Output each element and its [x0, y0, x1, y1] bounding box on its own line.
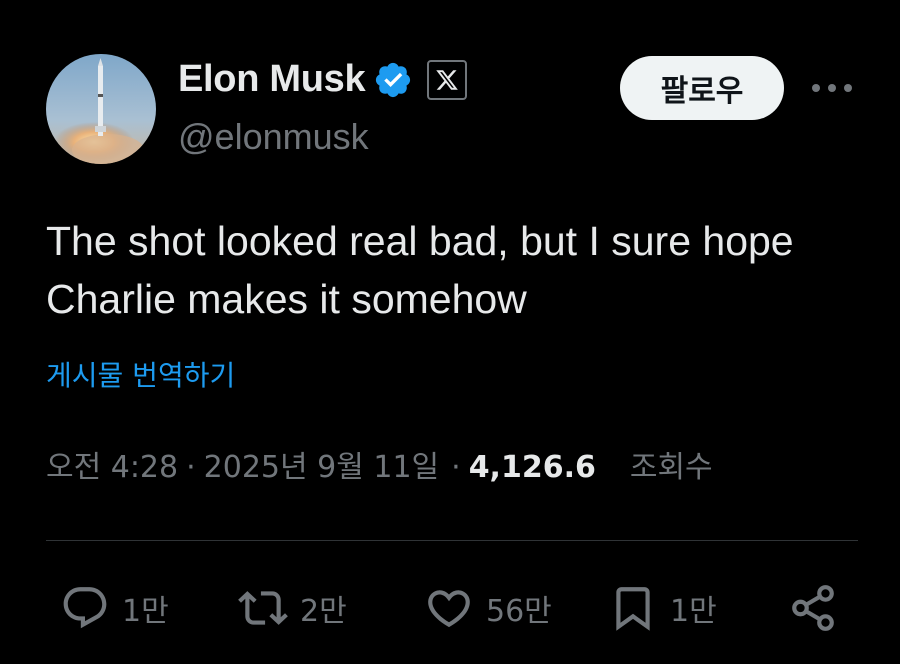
heart-icon	[428, 590, 470, 628]
follow-button[interactable]: 팔로우	[620, 56, 784, 120]
repost-count: 2만	[300, 594, 347, 629]
bookmark-button[interactable]: 1만	[608, 580, 717, 636]
x-logo-icon[interactable]	[427, 59, 468, 100]
like-count: 56만	[486, 594, 552, 629]
bookmark-icon	[616, 587, 650, 631]
like-button[interactable]: 56만	[424, 580, 552, 636]
meta-separator: ·	[451, 450, 461, 485]
reply-icon	[63, 587, 107, 629]
views-label: 조회수	[629, 450, 713, 485]
repost-icon	[238, 591, 288, 625]
reply-count: 1만	[122, 594, 169, 629]
meta-separator: ·	[186, 450, 196, 485]
reply-button[interactable]: 1만	[60, 580, 169, 636]
verified-badge-icon[interactable]	[373, 60, 413, 100]
tweet-text: The shot looked real bad, but I sure hop…	[46, 218, 794, 322]
repost-button[interactable]: 2만	[238, 580, 347, 636]
translate-post-link[interactable]: 게시물 번역하기	[46, 354, 235, 394]
share-button[interactable]	[788, 580, 838, 636]
more-horizontal-icon[interactable]	[808, 72, 856, 104]
tweet-meta: 오전 4:28 · 2025년 9월 11일 · 4,126.6 조회수	[46, 442, 713, 486]
author-display-name[interactable]: Elon Musk	[178, 58, 366, 101]
views-count: 4,126.6	[468, 450, 596, 485]
avatar[interactable]	[46, 54, 156, 164]
divider	[46, 540, 858, 541]
share-icon	[792, 585, 834, 631]
tweet-date[interactable]: 2025년 9월 11일	[204, 442, 439, 486]
bookmark-count: 1만	[670, 594, 717, 629]
tweet-time[interactable]: 오전 4:28	[46, 442, 178, 486]
rocket-launch-image	[46, 54, 156, 164]
author-handle[interactable]: @elonmusk	[178, 116, 369, 158]
